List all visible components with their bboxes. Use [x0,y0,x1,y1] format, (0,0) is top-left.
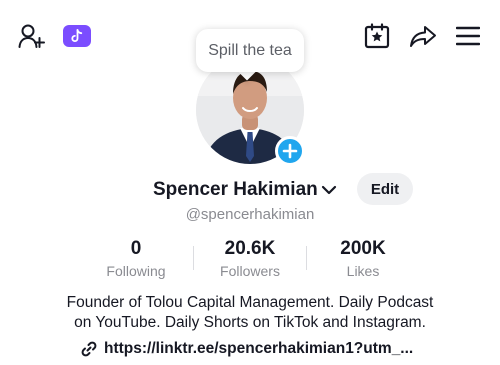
plus-icon [282,143,298,159]
add-friend-icon[interactable] [18,23,46,49]
followers-count: 20.6K [224,238,276,259]
menu-icon[interactable] [456,26,480,46]
chevron-down-icon [321,185,336,195]
followers-label: Followers [220,263,280,279]
likes-label: Likes [346,263,380,279]
calendar-star-icon[interactable] [364,23,390,49]
bio-line: Founder of Tolou Capital Management. Dai… [66,294,434,311]
profile-name: Spencer Hakimian [153,179,318,200]
stat-followers[interactable]: 20.6K Followers [190,238,310,279]
following-count: 0 [130,238,142,259]
likes-count: 200K [340,238,386,259]
add-story-button[interactable] [275,136,305,166]
bio-line: on YouTube. Daily Shorts on TikTok and I… [74,314,426,331]
profile-name-switcher[interactable]: Spencer Hakimian [153,176,337,204]
stat-likes[interactable]: 200K Likes [303,238,423,279]
stat-following[interactable]: 0 Following [76,238,196,279]
bio: Founder of Tolou Capital Management. Dai… [0,293,500,333]
spill-the-tea-tooltip[interactable]: Spill the tea [196,29,304,72]
bio-link[interactable]: https://linktr.ee/spencerhakimian1?utm_.… [80,338,413,360]
share-icon[interactable] [409,24,437,48]
bio-link-text: https://linktr.ee/spencerhakimian1?utm_.… [104,340,414,357]
username: @spencerhakimian [185,206,315,223]
tiktok-studio-icon[interactable] [63,25,91,47]
link-icon [81,341,97,357]
following-label: Following [106,263,166,279]
edit-profile-button[interactable]: Edit [357,173,413,205]
